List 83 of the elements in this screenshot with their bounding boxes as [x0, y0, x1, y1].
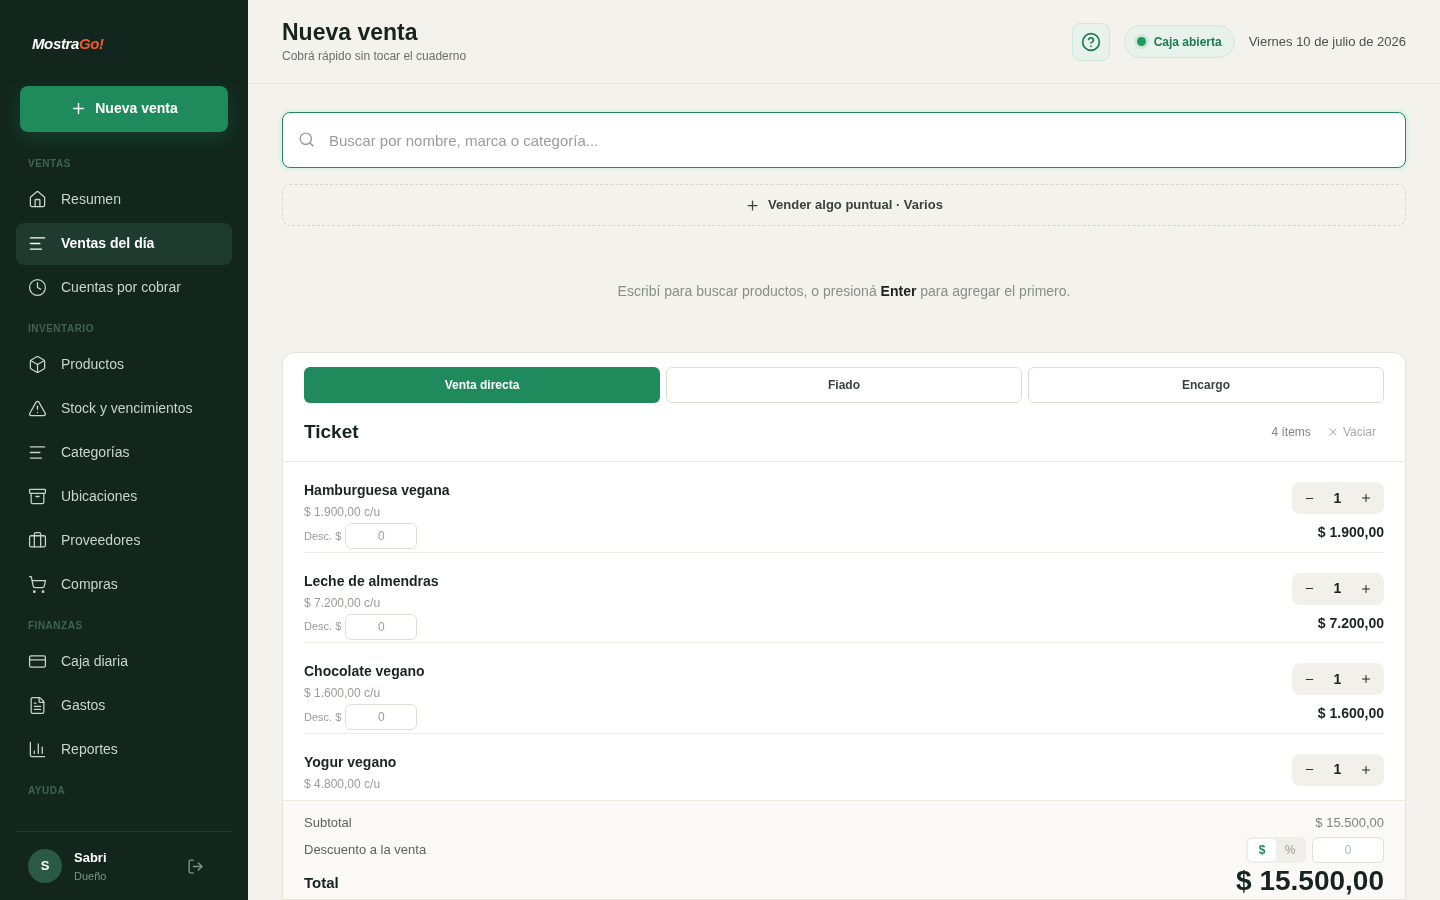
page-title: Nueva venta: [282, 18, 419, 47]
ticket-title: Ticket: [304, 419, 360, 444]
briefcase-icon: [28, 531, 47, 550]
item-name: Chocolate vegano: [304, 662, 425, 681]
sale-type-tab[interactable]: Encargo: [1028, 367, 1384, 403]
sidebar-item[interactable]: Proveedores: [16, 519, 232, 562]
item-count: 4 ítems: [1271, 424, 1311, 441]
sidebar-item[interactable]: Resumen: [16, 178, 232, 221]
sale-discount-field[interactable]: 0: [1312, 836, 1384, 863]
sidebar-item[interactable]: Categorías: [16, 431, 232, 474]
sale-type-tab[interactable]: Fiado: [666, 367, 1022, 403]
sidebar-item[interactable]: Productos: [16, 343, 232, 386]
total-value: $ 15.500,00: [1236, 866, 1384, 895]
section-heading: FINANZAS: [27, 618, 84, 633]
subtotal-label: Subtotal: [304, 814, 352, 832]
logo: MostraGo!: [32, 34, 104, 54]
discount-label: Desc. $: [304, 709, 342, 725]
page-subtitle: Cobrá rápido sin tocar el cuaderno: [282, 47, 468, 65]
section-heading: INVENTARIO: [27, 321, 95, 336]
sidebar-item[interactable]: Gastos: [16, 684, 232, 727]
logout-icon[interactable]: [187, 857, 204, 875]
line-total: $ 7.200,00: [1317, 613, 1384, 633]
document-icon: [28, 696, 47, 715]
quantity-value: 1: [1333, 760, 1342, 779]
unit-price: $ 1.900,00 c/u: [304, 504, 381, 521]
discount-label: Desc. $: [304, 528, 342, 544]
plus-icon[interactable]: [1360, 763, 1372, 776]
section-heading: AYUDA: [27, 783, 67, 798]
item-name: Yogur vegano: [304, 752, 397, 772]
user-role: Dueño: [74, 868, 108, 884]
list-icon: [28, 443, 47, 462]
line-total: $ 1.900,00: [1317, 523, 1384, 542]
misc-sale-button[interactable]: Vender algo puntual · Varios: [282, 184, 1406, 226]
unit-price: $ 7.200,00 c/u: [304, 594, 381, 612]
quantity-value: 1: [1333, 669, 1342, 689]
line-total: $ 1.600,00: [1317, 704, 1384, 723]
item-name: Hamburguesa vegana: [304, 481, 450, 500]
section-heading: VENTAS: [27, 156, 72, 171]
item-name: Leche de almendras: [304, 571, 439, 591]
cart-icon: [28, 575, 47, 594]
box-icon: [28, 355, 47, 374]
sidebar-item[interactable]: Ubicaciones: [16, 475, 232, 518]
unit-price: $ 1.600,00 c/u: [304, 685, 381, 702]
new-sale-button[interactable]: Nueva venta: [20, 85, 228, 132]
bar-chart-icon: [28, 740, 47, 759]
search-icon: [298, 131, 315, 148]
clock-icon: [28, 278, 47, 297]
plus-icon[interactable]: [1360, 582, 1372, 595]
unit-price: $ 4.800,00 c/u: [304, 775, 381, 793]
discount-mode-toggle[interactable]: $: [1248, 838, 1276, 861]
sidebar-item[interactable]: Stock y vencimientos: [16, 387, 232, 430]
sale-discount-label: Descuento a la venta: [304, 840, 427, 859]
card-icon: [28, 652, 47, 671]
quantity-value: 1: [1333, 488, 1342, 508]
sidebar-item[interactable]: Compras: [16, 563, 232, 606]
home-icon: [28, 190, 47, 209]
help-button[interactable]: [1071, 22, 1110, 61]
plus-icon[interactable]: [1360, 492, 1372, 504]
user-avatar: S: [28, 849, 62, 883]
search-hint: Escribí para buscar productos, o presioná Enter para agregar el primero.: [617, 282, 1071, 301]
lines-icon: [28, 234, 47, 253]
help-icon: [1080, 31, 1101, 52]
quantity-stepper[interactable]: 1: [1292, 482, 1384, 514]
date-text: Viernes 10 de julio de 2026: [1248, 32, 1406, 51]
search-field[interactable]: Buscar por nombre, marca o categoría...: [282, 112, 1406, 168]
sidebar-item[interactable]: Ventas del día: [16, 222, 232, 265]
plus-icon[interactable]: [1360, 673, 1372, 685]
quantity-stepper[interactable]: 1: [1292, 663, 1384, 695]
archive-icon: [28, 487, 47, 506]
quantity-value: 1: [1333, 579, 1342, 598]
discount-label: Desc. $: [304, 619, 342, 635]
sidebar-item[interactable]: Cuentas por cobrar: [16, 266, 232, 309]
warning-icon: [28, 399, 47, 418]
quantity-stepper[interactable]: 1: [1292, 572, 1384, 605]
plus-icon: [745, 197, 761, 213]
sale-type-tab[interactable]: Venta directa: [304, 367, 660, 403]
total-label: Total: [304, 873, 339, 893]
status-badge: Caja abierta: [1123, 25, 1235, 58]
subtotal-value: $ 15.500,00: [1315, 814, 1384, 832]
quantity-stepper[interactable]: 1: [1292, 753, 1384, 786]
user-name: Sabri: [74, 849, 108, 867]
sidebar-item[interactable]: Reportes: [16, 728, 232, 771]
sidebar-item[interactable]: Caja diaria: [16, 640, 232, 683]
